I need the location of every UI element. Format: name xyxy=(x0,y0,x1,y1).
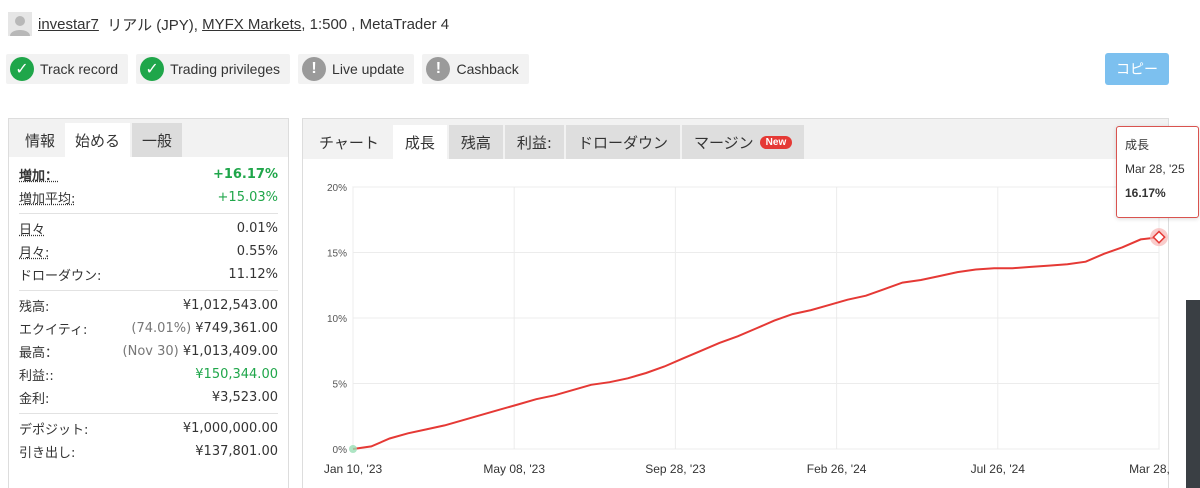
x-tick-label: May 08, '23 xyxy=(483,462,545,476)
exclamation-icon: ! xyxy=(426,57,451,81)
y-tick-label: 0% xyxy=(333,445,348,456)
copy-button[interactable]: コピー xyxy=(1105,53,1169,85)
x-tick-label: Sep 28, '23 xyxy=(645,462,706,476)
stat-highest: 最高： (Nov 30) ¥1,013,409.00 xyxy=(19,344,278,361)
broker-link[interactable]: MYFX Markets xyxy=(202,16,301,33)
chart-panel: チャート 成長 残高 利益: ドローダウン マージン New 0% 5% 10% 15… xyxy=(302,118,1169,488)
leverage-platform: , 1:500 , MetaTrader 4 xyxy=(301,15,450,33)
x-tick-label: Jan 10, '23 xyxy=(324,462,383,476)
stat-profit: 利益:: ¥150,344.00 xyxy=(19,367,278,384)
stat-gain: 増加： +16.17% xyxy=(19,167,278,184)
chart-tooltip: 成長 Mar 28, '25 16.17% xyxy=(1116,126,1199,218)
tab-general[interactable]: 一般 xyxy=(132,123,183,157)
stat-daily: 日々 0.01% xyxy=(19,221,278,238)
growth-chart[interactable]: 0% 5% 10% 15% 20% Jan 10, '23 May 08, '23 Sep 2… xyxy=(303,167,1169,487)
stat-equity: エクイティ: (74.01%) ¥749,361.00 xyxy=(19,321,278,338)
stat-interest: 金利: ¥3,523.00 xyxy=(19,390,278,407)
account-type xyxy=(99,16,107,33)
check-icon: ✓ xyxy=(140,57,165,81)
tab-margin[interactable]: マージン New xyxy=(681,125,805,159)
new-badge: New xyxy=(759,135,793,149)
check-icon: ✓ xyxy=(10,57,34,81)
badge-trading-privileges[interactable]: ✓ Trading privileges xyxy=(136,54,291,84)
y-tick-label: 20% xyxy=(327,183,347,194)
tab-info[interactable]: 情報 xyxy=(15,123,65,157)
chart-tabs: チャート 成長 残高 利益: ドローダウン マージン New xyxy=(303,119,1168,159)
account-header: investar7 リアル (JPY), MYFX Markets , 1:50… xyxy=(8,10,449,38)
tab-growth[interactable]: 成長 xyxy=(392,125,447,159)
badge-live-update[interactable]: ! Live update xyxy=(298,54,415,84)
stat-avg-gain: 増加平均: +15.03% xyxy=(19,190,278,207)
tab-chart[interactable]: チャート xyxy=(307,125,391,159)
background-edge xyxy=(1186,300,1200,488)
stat-deposits: デポジット: ¥1,000,000.00 xyxy=(19,421,278,438)
start-point xyxy=(349,445,357,453)
badge-track-record[interactable]: ✓ Track record xyxy=(6,54,129,84)
x-tick-label: Feb 26, '24 xyxy=(807,462,867,476)
verification-badges: ✓ Track record ✓ Trading privileges ! Li… xyxy=(6,54,529,84)
stats-tabs: 情報 始める 一般 xyxy=(9,119,288,157)
x-tick-label: Mar 28, '25 xyxy=(1129,462,1169,476)
avatar-icon xyxy=(8,12,32,36)
y-tick-label: 10% xyxy=(327,314,347,325)
username-link[interactable]: investar7 xyxy=(38,16,99,33)
y-tick-label: 5% xyxy=(333,380,348,391)
tab-drawdown[interactable]: ドローダウン xyxy=(565,125,680,159)
tab-start[interactable]: 始める xyxy=(65,123,131,157)
y-tick-label: 15% xyxy=(327,249,347,260)
stats-panel: 情報 始める 一般 増加： +16.17% 増加平均: +15.03% 日々 0… xyxy=(8,118,289,488)
account-type-text: リアル (JPY), xyxy=(107,16,198,34)
exclamation-icon: ! xyxy=(302,57,327,81)
stat-drawdown: ドローダウン: 11.12% xyxy=(19,267,278,284)
stat-balance: 残高: ¥1,012,543.00 xyxy=(19,298,278,315)
stat-withdrawals: 引き出し: ¥137,801.00 xyxy=(19,444,278,461)
growth-line xyxy=(352,236,1160,450)
badge-cashback[interactable]: ! Cashback xyxy=(422,54,529,84)
tab-profit[interactable]: 利益: xyxy=(504,125,564,159)
tab-balance[interactable]: 残高 xyxy=(448,125,503,159)
x-tick-label: Jul 26, '24 xyxy=(971,462,1026,476)
stats-list: 増加： +16.17% 増加平均: +15.03% 日々 0.01% 月々: 0… xyxy=(9,157,288,463)
stat-monthly: 月々: 0.55% xyxy=(19,244,278,261)
